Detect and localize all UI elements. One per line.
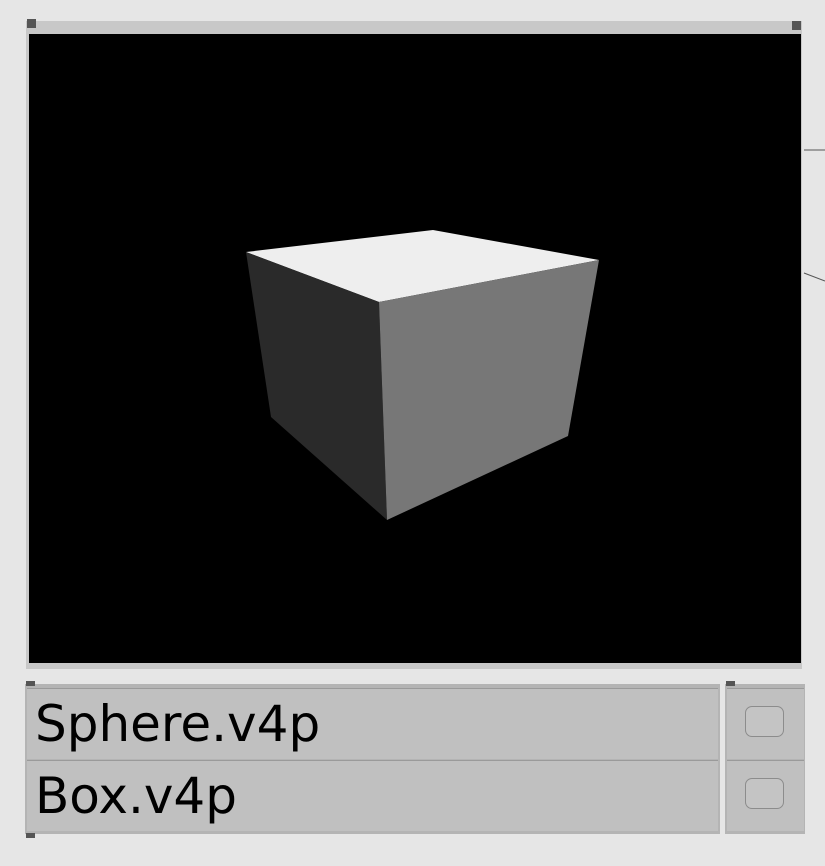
list-item-label: Box.v4p	[35, 767, 237, 825]
connection-line-2	[803, 272, 825, 282]
cube-right-face	[379, 260, 599, 520]
toggle-cell-box[interactable]	[727, 760, 804, 831]
cube-render	[246, 230, 599, 520]
file-list-output-pin[interactable]	[26, 833, 35, 838]
list-item-label: Sphere.v4p	[35, 695, 321, 753]
patch-canvas[interactable]: Sphere.v4p Box.v4p	[0, 0, 825, 866]
renderer-input-pin-right[interactable]	[792, 21, 801, 30]
toggle-cell-sphere[interactable]	[727, 688, 804, 759]
toggle-checkbox[interactable]	[745, 706, 784, 737]
renderer-viewport[interactable]	[29, 34, 801, 663]
renderer-input-pin[interactable]	[27, 19, 36, 28]
list-item-sphere[interactable]: Sphere.v4p	[27, 688, 718, 759]
file-list-input-pin[interactable]	[26, 681, 35, 686]
toggle-input-pin[interactable]	[726, 681, 735, 686]
toggle-checkbox[interactable]	[745, 778, 784, 809]
list-item-box[interactable]: Box.v4p	[27, 760, 718, 831]
